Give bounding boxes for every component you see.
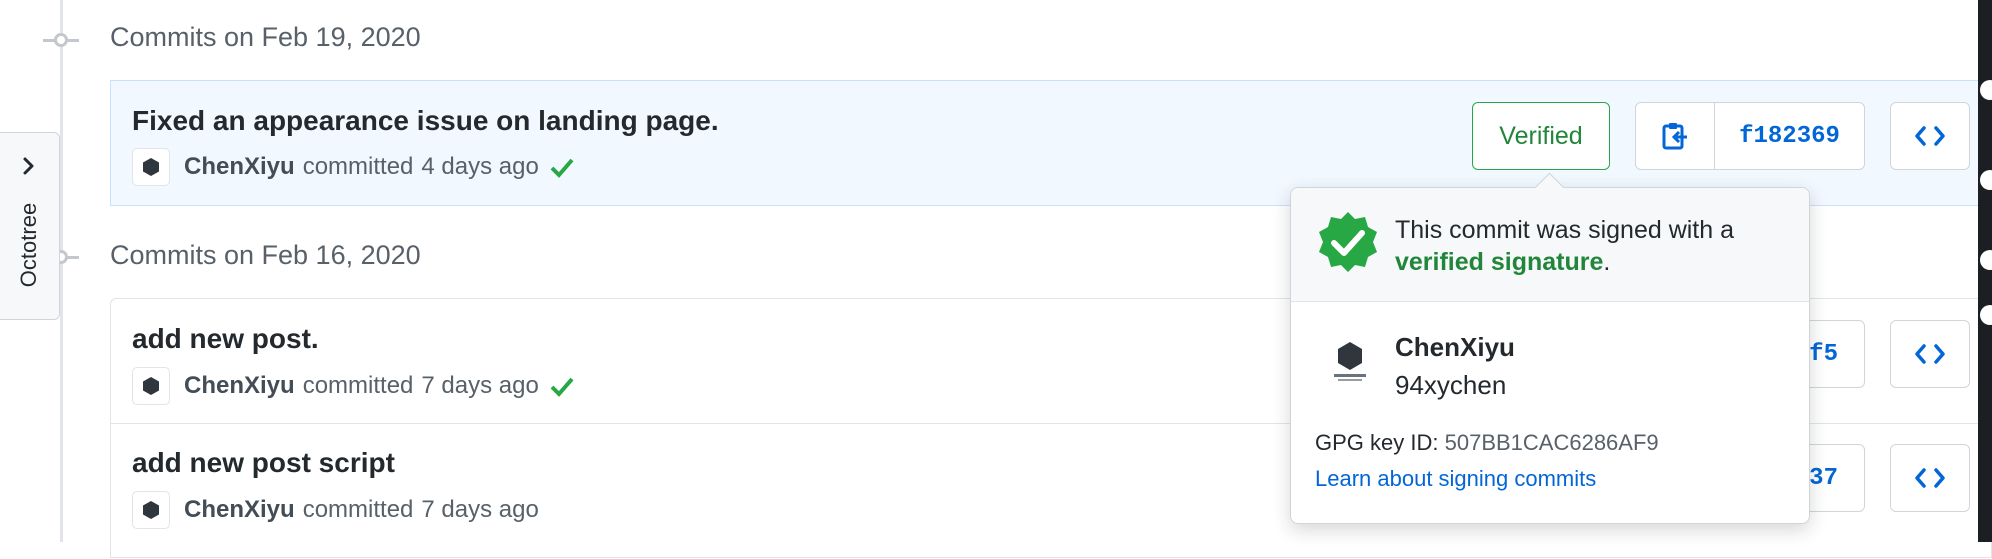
signer-avatar[interactable]: [1319, 328, 1381, 390]
commit-meta: ChenXiyu committed 4 days ago: [132, 148, 575, 186]
popover-message-prefix: This commit was signed with a: [1395, 216, 1735, 244]
git-commit-icon: [43, 33, 79, 47]
cube-logo-icon: [1334, 342, 1366, 381]
commit-group-title: Commits on Feb 16, 2020: [110, 240, 421, 270]
chevron-right-icon: [23, 157, 34, 175]
popover-message: This commit was signed with a verified s…: [1395, 214, 1734, 278]
commit-meta: ChenXiyu committed 7 days ago: [132, 367, 575, 405]
check-icon[interactable]: [549, 375, 575, 397]
browse-code-button[interactable]: [1890, 444, 1970, 512]
commit-title-link[interactable]: add new post script: [132, 447, 395, 479]
gpg-key-label: GPG key ID:: [1315, 430, 1439, 455]
cube-logo-icon: [143, 501, 159, 519]
commit-author-link[interactable]: ChenXiyu: [184, 153, 295, 181]
commit-title-link[interactable]: Fixed an appearance issue on landing pag…: [132, 105, 719, 137]
octotree-label: Octotree: [16, 202, 41, 288]
avatar[interactable]: [132, 367, 170, 405]
popover-header: This commit was signed with a verified s…: [1291, 188, 1809, 302]
commit-author-link[interactable]: ChenXiyu: [184, 496, 295, 524]
code-icon: [1915, 468, 1945, 488]
clipboard-icon: [1662, 123, 1687, 150]
verified-badge-icon: [1319, 212, 1377, 272]
commit-action-text: committed: [302, 372, 414, 399]
code-icon: [1915, 126, 1945, 146]
octotree-toggle[interactable]: Octotree: [0, 132, 60, 320]
learn-signing-link[interactable]: Learn about signing commits: [1315, 466, 1596, 492]
code-icon: [1915, 344, 1945, 364]
commit-sha-group: f182369: [1635, 102, 1865, 170]
gpg-key-id: GPG key ID: 507BB1CAC6286AF9: [1315, 430, 1659, 456]
verified-signature-text: verified signature: [1395, 248, 1604, 276]
commit-action-text: committed: [302, 153, 414, 180]
check-icon[interactable]: [549, 156, 575, 178]
verified-label: Verified: [1499, 121, 1583, 150]
commit-time: 4 days ago: [421, 153, 539, 180]
commit-time: 7 days ago: [421, 496, 539, 523]
commit-author-link[interactable]: ChenXiyu: [184, 372, 295, 400]
browse-code-button[interactable]: [1890, 102, 1970, 170]
adjacent-window-edge: [1978, 0, 1992, 542]
signer-name: ChenXiyu: [1395, 332, 1515, 362]
commit-action-text: committed: [302, 496, 414, 523]
gpg-key-value: 507BB1CAC6286AF9: [1444, 430, 1659, 455]
signature-popover: This commit was signed with a verified s…: [1290, 172, 1810, 524]
commit-group-title: Commits on Feb 19, 2020: [110, 22, 421, 52]
commit-title-link[interactable]: add new post.: [132, 323, 319, 355]
signer-login: 94xychen: [1395, 370, 1507, 400]
verified-badge-button[interactable]: Verified: [1472, 102, 1610, 170]
cube-logo-icon: [143, 377, 159, 395]
commit-time: 7 days ago: [421, 372, 539, 399]
browse-code-button[interactable]: [1890, 320, 1970, 388]
popover-message-suffix: .: [1603, 248, 1611, 276]
avatar[interactable]: [132, 148, 170, 186]
cube-logo-icon: [143, 158, 159, 176]
copy-sha-button[interactable]: [1636, 103, 1715, 169]
avatar[interactable]: [132, 491, 170, 529]
commit-meta: ChenXiyu committed 7 days ago: [132, 491, 539, 529]
commit-sha-link[interactable]: f182369: [1715, 103, 1864, 169]
timeline-line: [60, 0, 63, 542]
